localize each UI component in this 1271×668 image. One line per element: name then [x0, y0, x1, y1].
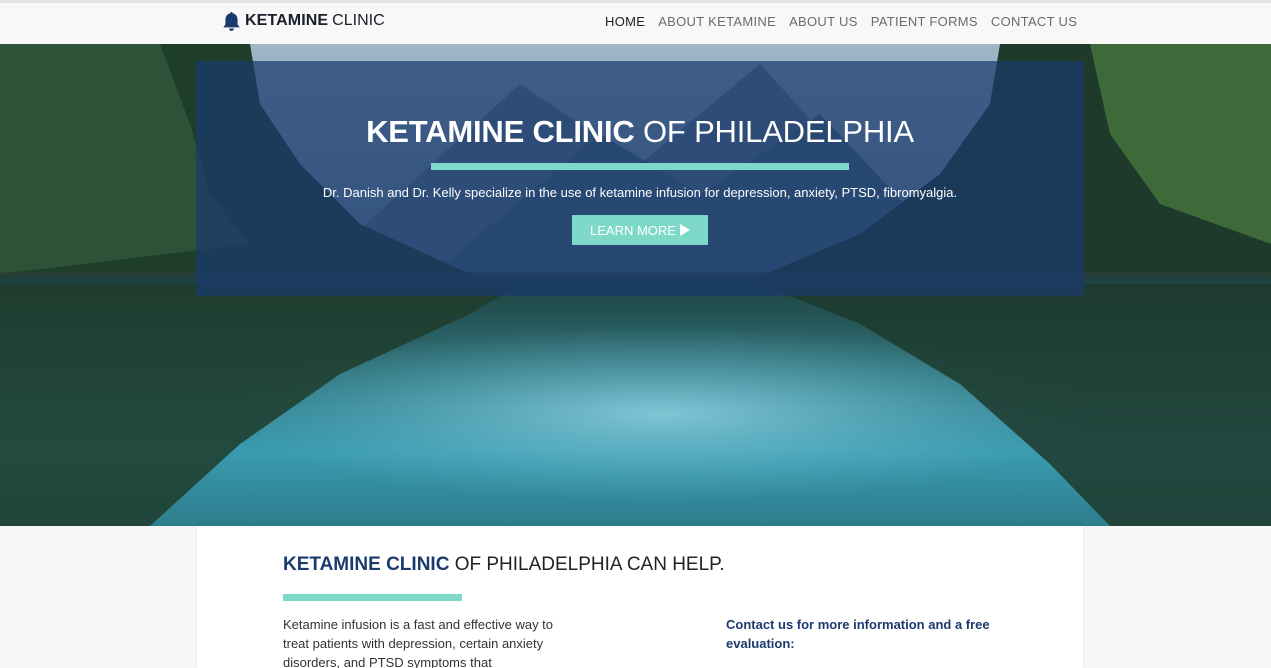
section-title-light: OF PHILADELPHIA CAN HELP.	[454, 554, 725, 575]
nav-home[interactable]: HOME	[605, 14, 645, 29]
hero-title-light: OF PHILADELPHIA	[643, 114, 914, 149]
nav-about-us[interactable]: ABOUT US	[789, 14, 858, 29]
section-title-bold: KETAMINE CLINIC	[283, 554, 450, 575]
nav-about-ketamine[interactable]: ABOUT KETAMINE	[658, 14, 776, 29]
nav-patient-forms[interactable]: PATIENT FORMS	[871, 14, 978, 29]
contact-prompt: Contact us for more information and a fr…	[726, 617, 990, 651]
brand-name-light: CLINIC	[332, 12, 385, 29]
intro-section: KETAMINE CLINIC OF PHILADELPHIA CAN HELP…	[197, 526, 1083, 668]
top-navbar: KETAMINE CLINIC HOME ABOUT KETAMINE ABOU…	[0, 0, 1271, 44]
hero-banner: KETAMINE CLINIC OF PHILADELPHIA Dr. Dani…	[0, 44, 1271, 526]
section-title: KETAMINE CLINIC OF PHILADELPHIA CAN HELP…	[283, 554, 725, 576]
play-arrow-icon	[679, 224, 690, 236]
brand-name-bold: KETAMINE	[245, 12, 329, 29]
hero-title-bold: KETAMINE CLINIC	[366, 114, 635, 149]
learn-more-label: LEARN MORE	[590, 222, 676, 238]
nav-contact-us[interactable]: CONTACT US	[991, 14, 1077, 29]
learn-more-button[interactable]: LEARN MORE	[572, 215, 708, 245]
hero-accent-rule	[431, 163, 849, 170]
hero-title: KETAMINE CLINIC OF PHILADELPHIA	[196, 114, 1084, 150]
hero-overlay-panel: KETAMINE CLINIC OF PHILADELPHIA Dr. Dani…	[196, 61, 1084, 296]
brand-logo[interactable]: KETAMINE CLINIC	[222, 10, 385, 32]
bell-icon	[223, 11, 240, 31]
main-menu: HOME ABOUT KETAMINE ABOUT US PATIENT FOR…	[605, 14, 1090, 29]
intro-paragraph: Ketamine infusion is a fast and effectiv…	[283, 617, 554, 668]
hero-subtitle: Dr. Danish and Dr. Kelly specialize in t…	[322, 185, 958, 200]
section-accent-rule	[283, 594, 462, 601]
